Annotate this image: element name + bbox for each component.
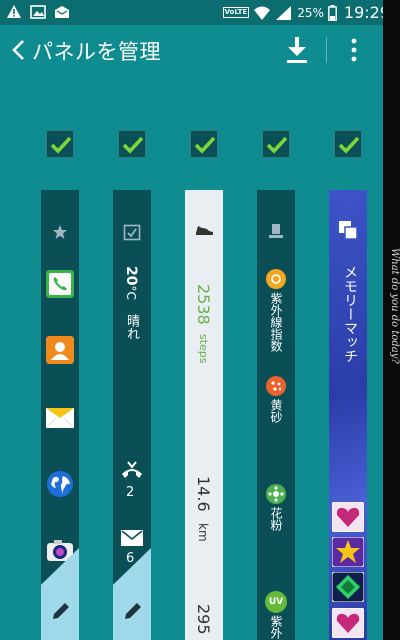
- wifi-icon: [254, 6, 271, 20]
- distance-widget: 14.6 km: [194, 476, 213, 541]
- overflow-menu-icon[interactable]: [344, 37, 364, 63]
- edge-screen-text: What do you do today?: [389, 248, 400, 364]
- back-chevron-icon[interactable]: [8, 37, 30, 63]
- panel-checkbox-environment[interactable]: [262, 130, 290, 158]
- checkmark-icon: [194, 136, 216, 154]
- email-icon[interactable]: [46, 404, 74, 432]
- volte-icon: VoLTE: [222, 7, 250, 18]
- panel-health[interactable]: 2538 steps 14.6 km 295: [185, 190, 223, 640]
- weather-station-icon: [269, 224, 283, 238]
- checkmark-icon: [338, 136, 360, 154]
- mail-icon: [55, 6, 69, 18]
- env-item-yellow-dust: 黄砂: [269, 399, 283, 423]
- image-icon: [30, 5, 46, 19]
- panel-checkbox-info[interactable]: [118, 130, 146, 158]
- signal-icon: [276, 5, 292, 20]
- mail-icon: [121, 530, 143, 546]
- heart-gem-icon[interactable]: [332, 502, 364, 532]
- pollen-icon: [266, 484, 286, 504]
- distance-unit: km: [196, 522, 210, 542]
- battery-percent: 25%: [297, 5, 324, 20]
- env-item-uv-index: 紫外線指数: [269, 292, 283, 352]
- page-title: パネルを管理: [32, 40, 161, 64]
- screen: { "status_bar": { "volte_label": "VoLTE"…: [0, 0, 400, 640]
- status-bar: VoLTE 25% 19:29: [0, 0, 400, 25]
- download-icon[interactable]: [284, 35, 310, 65]
- weather-temp: 20: [123, 266, 139, 286]
- warning-icon: [7, 5, 21, 18]
- contacts-icon[interactable]: [46, 336, 74, 364]
- star-gem-icon[interactable]: [332, 537, 364, 567]
- steps-widget: 2538 steps: [194, 284, 213, 363]
- panel-game[interactable]: メモリーマッチ: [329, 190, 367, 640]
- weather-desc: 晴れ: [124, 314, 139, 341]
- calendar-check-icon: [123, 224, 141, 241]
- unread-mail-count: 6: [126, 551, 135, 566]
- diamond-gem-icon[interactable]: [332, 572, 364, 602]
- next-metric-value: 295: [194, 604, 213, 635]
- panel-checkbox-shortcuts[interactable]: [46, 130, 74, 158]
- uv-badge-icon: UV: [265, 591, 287, 613]
- cards-icon: [339, 221, 358, 240]
- uv-sun-icon: [266, 269, 286, 289]
- edit-pen-icon[interactable]: [122, 600, 144, 622]
- battery-icon: [327, 4, 337, 21]
- game-title: メモリーマッチ: [342, 265, 358, 363]
- panel-checkbox-game[interactable]: [334, 130, 362, 158]
- phone-icon[interactable]: [46, 270, 74, 298]
- shoe-icon: [196, 226, 213, 235]
- missed-call-icon: [122, 461, 142, 478]
- internet-globe-icon[interactable]: [46, 470, 74, 498]
- action-bar: パネルを管理: [0, 25, 383, 75]
- star-icon: [53, 225, 67, 239]
- edit-pen-icon[interactable]: [50, 600, 72, 622]
- checkmark-icon: [122, 136, 144, 154]
- dust-icon: [266, 376, 286, 396]
- toolbar-divider: [326, 37, 327, 63]
- distance-value: 14.6: [194, 476, 213, 512]
- panel-environment[interactable]: 紫外線指数 黄砂 花粉 UV 紫外: [257, 190, 295, 640]
- steps-unit: steps: [197, 333, 210, 364]
- checkmark-icon: [50, 136, 72, 154]
- panel-checkbox-health[interactable]: [190, 130, 218, 158]
- weather-unit: °C: [124, 285, 138, 300]
- panel-info[interactable]: 20°C 晴れ 2 6: [113, 190, 151, 640]
- missed-calls-count: 2: [126, 485, 135, 500]
- steps-value: 2538: [194, 284, 213, 325]
- env-item-uv: 紫外: [269, 615, 283, 639]
- heart-gem-icon[interactable]: [332, 608, 364, 638]
- env-item-pollen: 花粉: [269, 507, 283, 531]
- weather-widget: 20°C 晴れ: [122, 266, 141, 340]
- checkmark-icon: [266, 136, 288, 154]
- panel-shortcuts[interactable]: [41, 190, 79, 640]
